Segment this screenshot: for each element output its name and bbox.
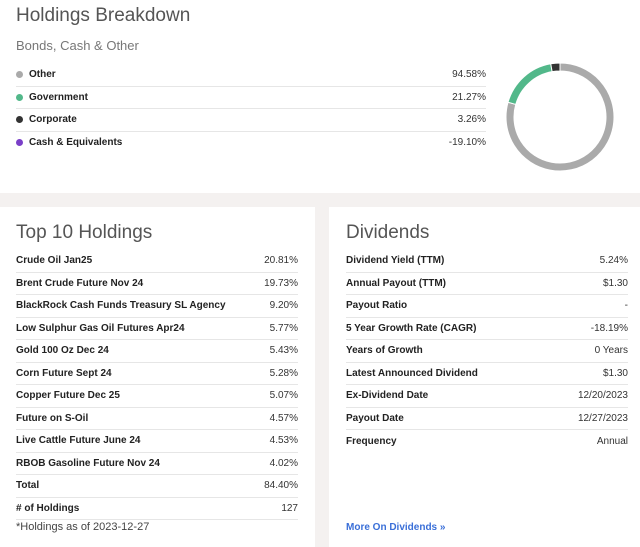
row-label: RBOB Gasoline Future Nov 24 <box>16 457 160 469</box>
row-value: 5.24% <box>599 255 628 267</box>
table-row: Live Cattle Future June 24 4.53% <box>16 430 298 453</box>
donut-slice-corporate <box>550 62 561 73</box>
breakdown-row: Corporate 3.26% <box>16 109 486 132</box>
breakdown-label: Government <box>29 91 88 103</box>
row-label: Frequency <box>346 435 397 447</box>
donut-slice-government <box>507 63 553 106</box>
top-holdings-panel: Top 10 Holdings Crude Oil Jan25 20.81% Bre… <box>0 207 315 547</box>
row-value: 0 Years <box>594 345 628 357</box>
breakdown-row: Cash & Equivalents -19.10% <box>16 132 486 155</box>
section-title: Holdings Breakdown <box>16 5 191 26</box>
holdings-note: *Holdings as of 2023-12-27 <box>16 521 150 533</box>
legend-dot-icon <box>16 71 23 79</box>
table-row: Latest Announced Dividend $1.30 <box>346 363 628 385</box>
legend-dot-icon <box>16 93 23 101</box>
table-row: Payout Ratio - <box>346 295 628 318</box>
table-row: Frequency Annual <box>346 430 628 453</box>
row-label: # of Holdings <box>16 502 80 514</box>
row-value: Annual <box>596 435 628 447</box>
row-value: 5.28% <box>269 367 298 379</box>
row-value: $1.30 <box>602 367 628 379</box>
row-label: Future on S-Oil <box>16 412 89 424</box>
row-value: 84.40% <box>264 480 298 492</box>
breakdown-list: Other 94.58% Government 21.27% Corporate 3.26… <box>16 64 486 154</box>
table-row: Corn Future Sept 24 5.28% <box>16 363 298 385</box>
breakdown-value: 21.27% <box>452 91 486 103</box>
legend-dot-icon <box>16 139 23 147</box>
table-row: BlackRock Cash Funds Treasury SL Agency 9… <box>16 295 298 318</box>
table-row: Crude Oil Jan25 20.81% <box>16 250 298 273</box>
row-value: 4.02% <box>269 457 298 469</box>
table-row: Dividend Yield (TTM) 5.24% <box>346 250 628 273</box>
row-label: Payout Date <box>346 412 404 424</box>
row-label: Crude Oil Jan25 <box>16 255 93 267</box>
row-value: -18.19% <box>590 322 628 334</box>
row-label: BlackRock Cash Funds Treasury SL Agency <box>16 300 226 312</box>
row-label: Low Sulphur Gas Oil Futures Apr24 <box>16 322 185 334</box>
table-row: Gold 100 Oz Dec 24 5.43% <box>16 340 298 363</box>
row-label: 5 Year Growth Rate (CAGR) <box>346 322 477 334</box>
table-row: Annual Payout (TTM) $1.30 <box>346 273 628 295</box>
row-value: $1.30 <box>602 277 628 289</box>
table-row: Copper Future Dec 25 5.07% <box>16 385 298 408</box>
row-value: 4.53% <box>269 435 298 447</box>
breakdown-value: 3.26% <box>457 114 486 126</box>
breakdown-label: Corporate <box>29 114 77 126</box>
table-row: Brent Crude Future Nov 24 19.73% <box>16 273 298 295</box>
row-value: 127 <box>281 502 298 514</box>
row-label: Gold 100 Oz Dec 24 <box>16 345 109 357</box>
row-label: Corn Future Sept 24 <box>16 367 112 379</box>
table-row: Ex-Dividend Date 12/20/2023 <box>346 385 628 408</box>
table-row: Low Sulphur Gas Oil Futures Apr24 5.77% <box>16 318 298 340</box>
dividends-table: Dividend Yield (TTM) 5.24% Annual Payout (… <box>346 250 628 453</box>
panel-title: Dividends <box>346 222 430 243</box>
table-row: 5 Year Growth Rate (CAGR) -18.19% <box>346 318 628 340</box>
holdings-table: Crude Oil Jan25 20.81% Brent Crude Future … <box>16 250 298 520</box>
row-label: Payout Ratio <box>346 300 408 312</box>
breakdown-row: Government 21.27% <box>16 87 486 109</box>
row-value: - <box>624 300 628 312</box>
breakdown-value: 94.58% <box>452 69 486 81</box>
legend-dot-icon <box>16 116 23 124</box>
row-value: 12/27/2023 <box>577 412 628 424</box>
row-label: Dividend Yield (TTM) <box>346 255 445 267</box>
row-label: Ex-Dividend Date <box>346 390 429 402</box>
table-row: Payout Date 12/27/2023 <box>346 408 628 430</box>
donut-chart <box>505 62 615 172</box>
dividends-panel: Dividends Dividend Yield (TTM) 5.24% Annua… <box>329 207 640 547</box>
row-value: 5.43% <box>269 345 298 357</box>
breakdown-label: Cash & Equivalents <box>29 137 123 149</box>
table-row: # of Holdings 127 <box>16 498 298 520</box>
row-label: Years of Growth <box>346 345 423 357</box>
row-label: Annual Payout (TTM) <box>346 277 446 289</box>
table-row: Future on S-Oil 4.57% <box>16 408 298 430</box>
row-label: Latest Announced Dividend <box>346 367 478 379</box>
row-value: 19.73% <box>264 277 298 289</box>
panel-title: Top 10 Holdings <box>16 222 153 243</box>
row-value: 5.07% <box>269 390 298 402</box>
holdings-breakdown-section: Holdings Breakdown Bonds, Cash & Other O… <box>0 0 640 193</box>
table-row: RBOB Gasoline Future Nov 24 4.02% <box>16 453 298 475</box>
row-value: 20.81% <box>264 255 298 267</box>
more-on-dividends-link[interactable]: More On Dividends » <box>346 522 445 533</box>
table-row: Total 84.40% <box>16 475 298 498</box>
breakdown-row: Other 94.58% <box>16 64 486 87</box>
breakdown-label: Other <box>29 69 56 81</box>
row-label: Brent Crude Future Nov 24 <box>16 277 144 289</box>
row-value: 5.77% <box>269 322 298 334</box>
table-row: Years of Growth 0 Years <box>346 340 628 363</box>
section-subtitle: Bonds, Cash & Other <box>16 38 139 53</box>
row-value: 9.20% <box>269 300 298 312</box>
row-label: Copper Future Dec 25 <box>16 390 120 402</box>
row-value: 12/20/2023 <box>577 390 628 402</box>
row-value: 4.57% <box>269 412 298 424</box>
breakdown-value: -19.10% <box>448 137 486 149</box>
row-label: Live Cattle Future June 24 <box>16 435 141 447</box>
row-label: Total <box>16 480 40 492</box>
